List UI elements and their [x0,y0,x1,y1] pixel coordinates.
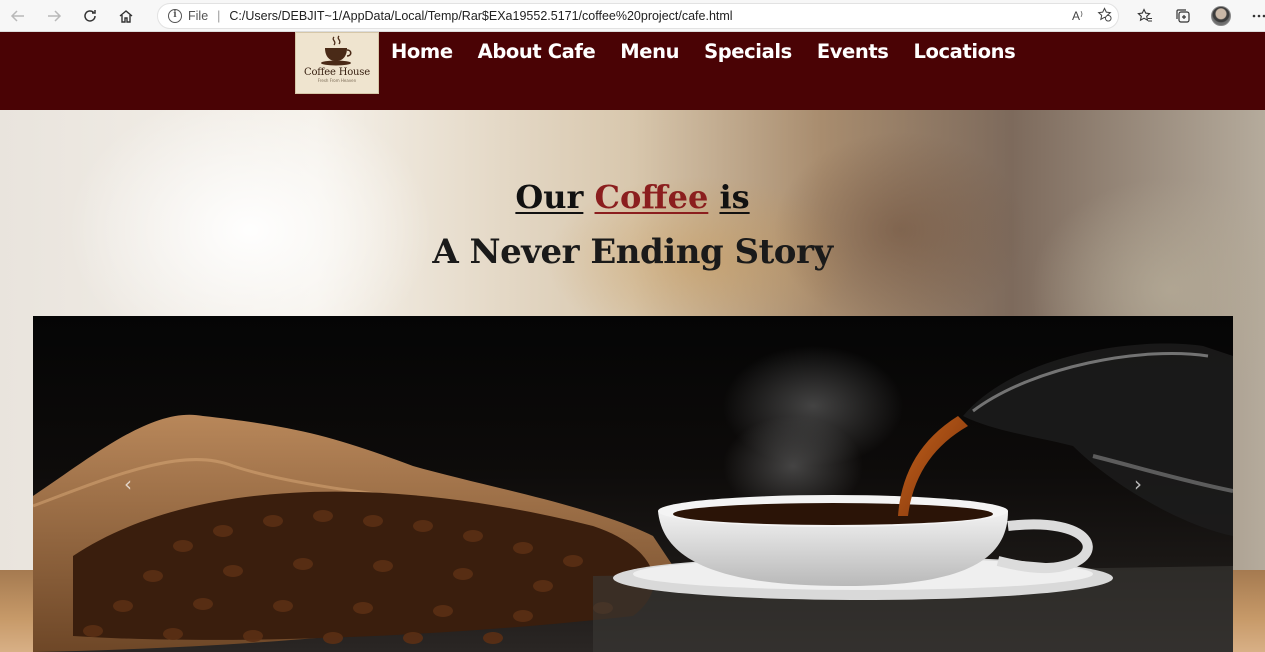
logo-tagline: Fresh From Heaven [317,78,357,83]
site-header: Coffee House Fresh From Heaven Home Abou… [0,32,1265,110]
read-aloud-icon[interactable]: A⁾ [1072,9,1083,23]
logo-name: Coffee House [304,67,370,78]
url-text[interactable]: C:/Users/DEBJIT~1/AppData/Local/Temp/Rar… [229,9,732,23]
collections-icon[interactable] [1164,0,1202,32]
file-label: File [188,9,209,23]
address-separator: | [217,9,221,23]
nav-locations[interactable]: Locations [914,40,1016,63]
carousel-prev-icon[interactable]: ‹ [117,472,139,496]
home-icon[interactable] [108,0,144,32]
browser-toolbar: i File | C:/Users/DEBJIT~1/AppData/Local… [0,0,1265,32]
nav-events[interactable]: Events [817,40,889,63]
main-nav: Home About Cafe Menu Specials Events Loc… [391,40,1016,63]
more-icon[interactable] [1240,0,1265,32]
favorites-icon[interactable] [1126,0,1164,32]
hero-headline: Our Coffee is [0,178,1265,216]
site-logo[interactable]: Coffee House Fresh From Heaven [295,32,379,94]
info-icon[interactable]: i [168,9,182,23]
nav-specials[interactable]: Specials [704,40,792,63]
address-bar[interactable]: i File | C:/Users/DEBJIT~1/AppData/Local… [157,3,1119,29]
hero-subheadline: A Never Ending Story [432,232,833,272]
profile-avatar[interactable] [1202,0,1240,32]
nav-home[interactable]: Home [391,40,453,63]
nav-about-cafe[interactable]: About Cafe [478,40,596,63]
nav-menu[interactable]: Menu [620,40,679,63]
headline-suffix: is [719,178,750,216]
coffee-scene-image [33,343,1233,652]
headline-highlight: Coffee [594,178,709,216]
coffee-cup-icon [321,35,352,66]
carousel-next-icon[interactable]: › [1127,472,1149,496]
refresh-icon[interactable] [72,0,108,32]
image-carousel[interactable]: ‹ › [33,316,1233,652]
back-icon[interactable] [0,0,36,32]
forward-icon[interactable] [36,0,72,32]
headline-prefix: Our [515,178,584,216]
add-favorite-icon[interactable] [1097,7,1112,25]
